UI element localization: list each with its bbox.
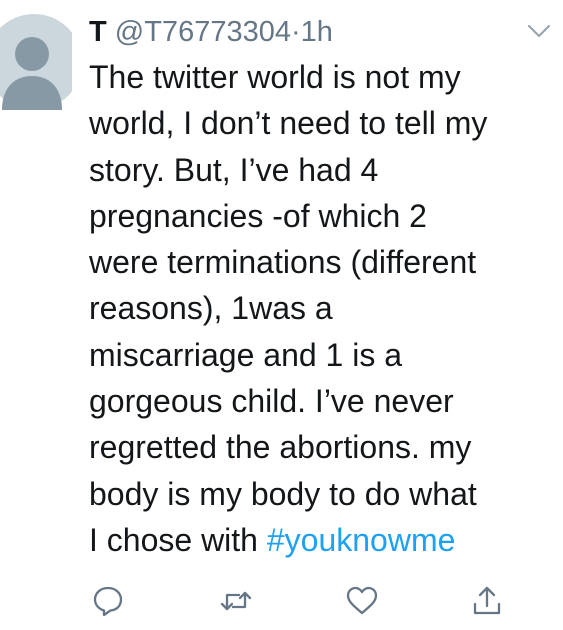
tweet-text-line: world, I don’t need to tell my — [89, 105, 488, 142]
heart-icon — [346, 586, 378, 615]
tweet-text-line: miscarriage and 1 is a — [89, 336, 403, 373]
tweet-text-line: The twitter world is not my — [89, 59, 461, 95]
retweet-button[interactable] — [219, 584, 253, 618]
tweet-text-line: regretted the abortions. my — [89, 429, 472, 466]
share-button[interactable] — [470, 584, 504, 618]
tweet-menu-button[interactable] — [527, 23, 551, 39]
chevron-down-icon — [527, 24, 551, 38]
share-icon — [473, 586, 501, 615]
tweet-text-line: were terminations (different — [89, 244, 477, 281]
default-avatar-icon — [0, 14, 72, 110]
tweet-text-line: body is my body to do what — [89, 475, 477, 512]
tweet-text-line: reasons), 1was a — [89, 290, 333, 327]
like-button[interactable] — [345, 584, 379, 618]
reply-icon — [93, 586, 123, 617]
hashtag-link[interactable]: #youknowme — [267, 522, 456, 558]
tweet-text-line: story. But, I’ve had 4 — [89, 151, 379, 188]
reply-button[interactable] — [91, 584, 125, 618]
tweet-text-line: gorgeous child. I’ve never — [89, 383, 454, 420]
avatar[interactable] — [0, 14, 72, 110]
tweet-text-tail: I chose with — [89, 521, 267, 558]
tweet-timestamp[interactable]: 1h — [301, 16, 333, 48]
author-handle[interactable]: @T76773304 — [115, 16, 291, 48]
tweet-text-line: pregnancies -of which 2 — [89, 197, 427, 234]
header-separator: · — [290, 16, 301, 48]
tweet-text-line-last: I chose with #youknowme — [89, 517, 549, 563]
tweet-text: The twitter world is not my world, I don… — [89, 54, 549, 563]
retweet-icon — [220, 591, 252, 611]
tweet: T @T76773304·1h The twitter world is not… — [0, 0, 563, 630]
tweet-header: T @T76773304·1h — [89, 12, 333, 52]
author-name[interactable]: T — [89, 16, 107, 48]
tweet-actions — [0, 584, 563, 618]
